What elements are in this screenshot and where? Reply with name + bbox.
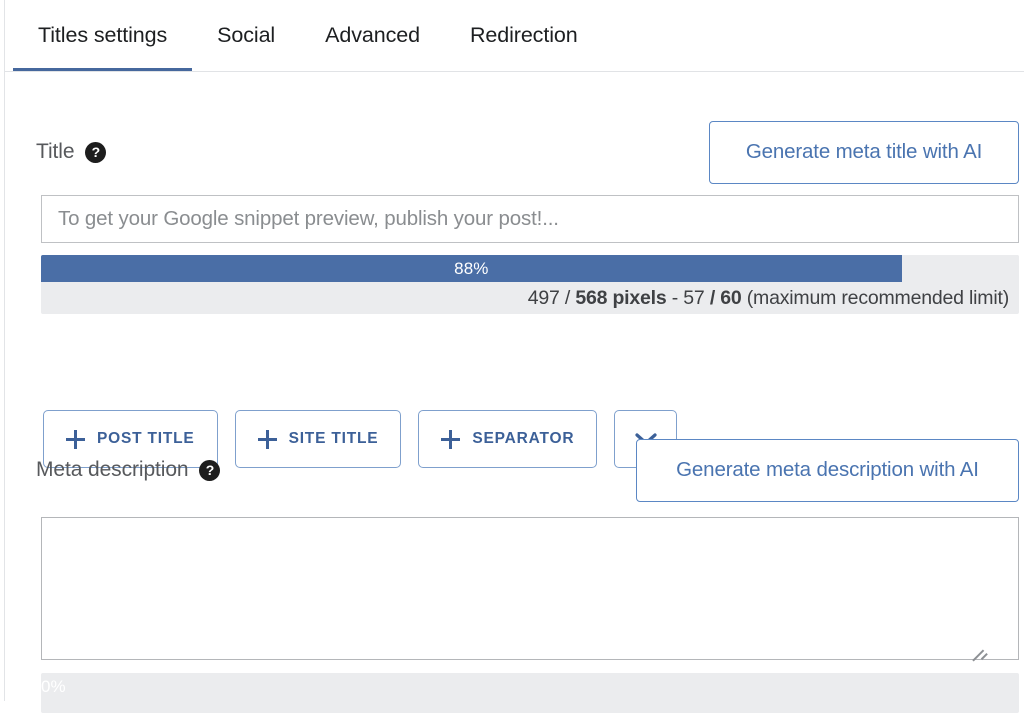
generate-meta-description-with-ai-button[interactable]: Generate meta description with AI xyxy=(636,438,1019,502)
title-limit-note: (maximum recommended limit) xyxy=(741,287,1009,309)
title-progress-track: 88% xyxy=(41,255,1019,282)
tab-social[interactable]: Social xyxy=(192,0,300,71)
tab-bar: Titles settings Social Advanced Redirect… xyxy=(5,0,1024,72)
title-progress-percent: 88% xyxy=(454,259,489,278)
title-field-header: Title ? Generate meta title with AI xyxy=(36,118,1019,186)
titles-settings-panel: Title ? Generate meta title with AI 88% … xyxy=(5,72,1024,713)
meta-description-textarea[interactable] xyxy=(41,517,1019,660)
meta-title-input[interactable] xyxy=(41,195,1019,243)
meta-description-label-group: Meta description ? xyxy=(36,458,221,482)
meta-description-field-header: Meta description ? Generate meta descrip… xyxy=(36,437,1019,503)
title-length-progress: 88% 497 / 568 pixels - 57 / 60 (maximum … xyxy=(41,255,1019,314)
tab-advanced[interactable]: Advanced xyxy=(300,0,445,71)
title-pixels-used: 497 / xyxy=(527,287,576,309)
tab-label: Social xyxy=(217,23,276,47)
generate-meta-description-label: Generate meta description with AI xyxy=(676,458,979,481)
generate-meta-title-with-ai-button[interactable]: Generate meta title with AI xyxy=(709,120,1019,184)
question-mark-icon[interactable]: ? xyxy=(199,459,221,481)
tab-redirection[interactable]: Redirection xyxy=(445,0,603,71)
tab-label: Redirection xyxy=(469,23,578,47)
tab-titles-settings[interactable]: Titles settings xyxy=(13,0,193,71)
title-chars-used: - 57 xyxy=(666,287,710,309)
title-pixels-limit: 568 pixels xyxy=(575,287,667,309)
meta-description-label: Meta description xyxy=(36,458,189,481)
tab-label: Advanced xyxy=(325,23,420,47)
title-label-group: Title ? xyxy=(36,140,107,164)
title-chars-limit: / 60 xyxy=(709,287,742,309)
question-mark-icon[interactable]: ? xyxy=(85,141,107,163)
meta-description-length-progress: 0% xyxy=(41,673,1019,713)
tab-list: Titles settings Social Advanced Redirect… xyxy=(5,0,1024,71)
title-label: Title xyxy=(36,140,75,163)
generate-meta-title-label: Generate meta title with AI xyxy=(745,140,983,163)
tab-label: Titles settings xyxy=(38,23,168,47)
question-mark-glyph: ? xyxy=(91,143,101,160)
question-mark-glyph: ? xyxy=(205,461,215,478)
title-length-caption: 497 / 568 pixels - 57 / 60 (maximum reco… xyxy=(41,282,1019,314)
meta-description-progress-percent: 0% xyxy=(41,677,66,696)
seo-metadata-panel: Titles settings Social Advanced Redirect… xyxy=(0,0,1024,713)
